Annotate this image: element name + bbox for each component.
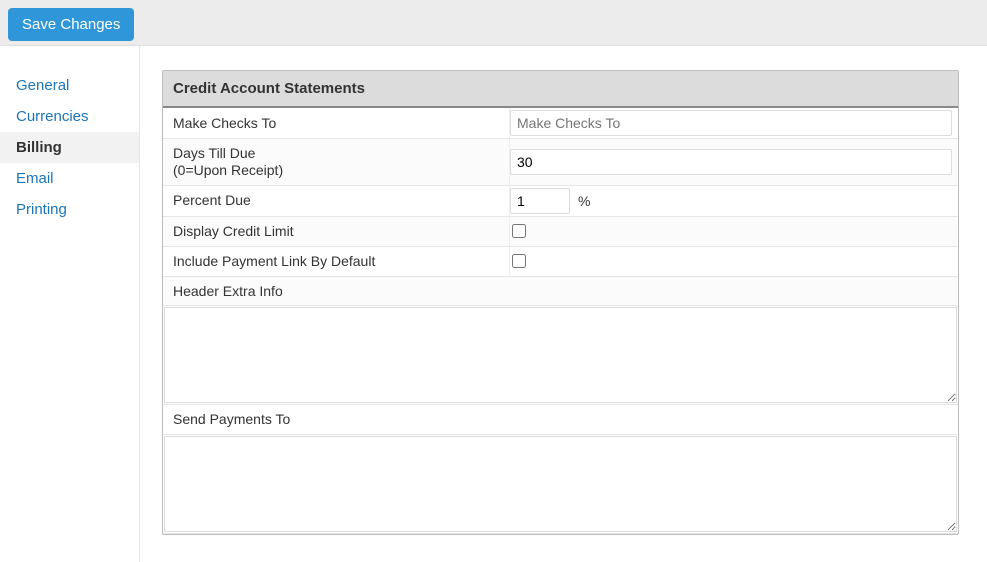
label-make-checks-to: Make Checks To xyxy=(163,108,509,138)
checkbox-display-credit-limit[interactable] xyxy=(512,224,526,238)
label-include-payment-link: Include Payment Link By Default xyxy=(163,247,509,276)
credit-account-statements-panel: Credit Account Statements Make Checks To… xyxy=(162,70,959,535)
row-include-payment-link: Include Payment Link By Default xyxy=(163,247,958,277)
percent-suffix: % xyxy=(578,193,590,209)
input-percent-due[interactable] xyxy=(510,188,570,214)
save-button[interactable]: Save Changes xyxy=(8,8,134,41)
label-days-till-due-sub: (0=Upon Receipt) xyxy=(173,162,499,179)
label-header-extra-info: Header Extra Info xyxy=(163,277,958,307)
label-send-payments-to: Send Payments To xyxy=(163,405,958,435)
sidebar-item-email[interactable]: Email xyxy=(0,163,139,194)
textarea-send-payments-to[interactable] xyxy=(164,436,957,532)
sidebar-item-general[interactable]: General xyxy=(0,70,139,101)
row-days-till-due: Days Till Due (0=Upon Receipt) xyxy=(163,139,958,186)
row-send-payments-to: Send Payments To xyxy=(163,405,958,534)
sidebar-item-printing[interactable]: Printing xyxy=(0,194,139,225)
label-display-credit-limit: Display Credit Limit xyxy=(163,217,509,246)
row-display-credit-limit: Display Credit Limit xyxy=(163,217,958,247)
row-percent-due: Percent Due % xyxy=(163,186,958,217)
layout: General Currencies Billing Email Printin… xyxy=(0,46,987,562)
input-days-till-due[interactable] xyxy=(510,149,952,175)
label-percent-due: Percent Due xyxy=(163,186,509,216)
row-header-extra-info: Header Extra Info xyxy=(163,277,958,406)
panel-title: Credit Account Statements xyxy=(163,71,958,108)
main-content: Credit Account Statements Make Checks To… xyxy=(140,46,987,562)
label-days-till-due: Days Till Due (0=Upon Receipt) xyxy=(163,139,509,185)
sidebar-item-billing[interactable]: Billing xyxy=(0,132,139,163)
checkbox-include-payment-link[interactable] xyxy=(512,254,526,268)
toolbar: Save Changes xyxy=(0,0,987,46)
input-make-checks-to[interactable] xyxy=(510,110,952,136)
label-days-till-due-main: Days Till Due xyxy=(173,145,499,162)
sidebar: General Currencies Billing Email Printin… xyxy=(0,46,140,562)
sidebar-item-currencies[interactable]: Currencies xyxy=(0,101,139,132)
row-make-checks-to: Make Checks To xyxy=(163,108,958,139)
textarea-header-extra-info[interactable] xyxy=(164,307,957,403)
